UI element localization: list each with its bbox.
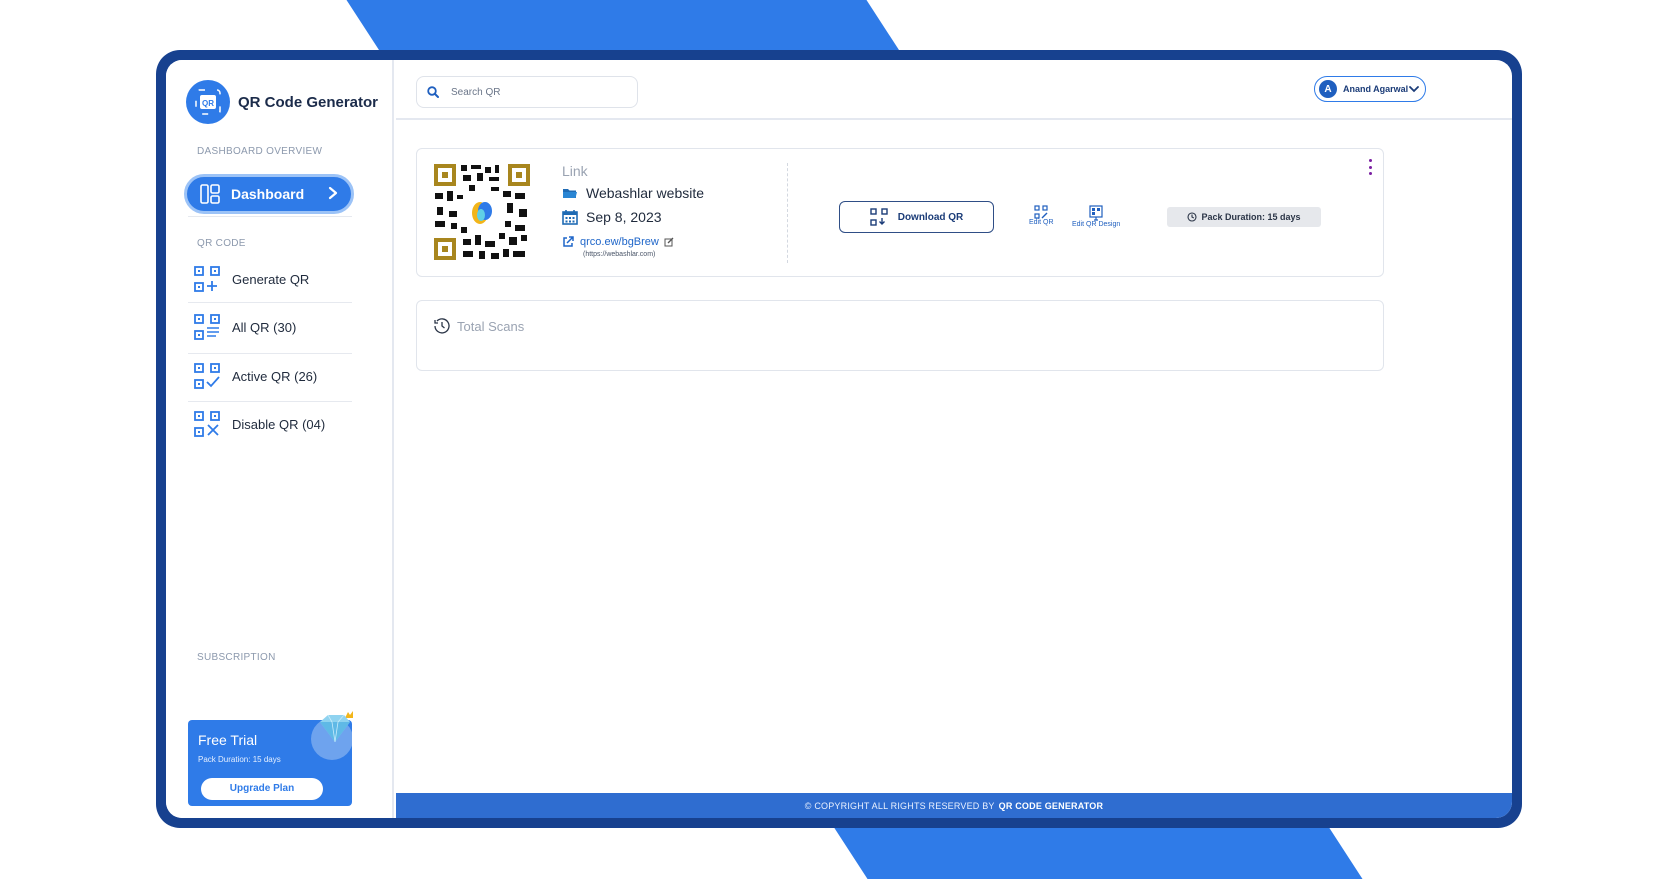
dashboard-icon	[200, 184, 220, 204]
user-menu[interactable]: A Anand Agarwal	[1314, 76, 1426, 102]
sidebar-item-disable-qr[interactable]: Disable QR (04)	[194, 409, 354, 439]
sidebar: QR QR Code Generator DASHBOARD OVERVIEW …	[166, 60, 394, 818]
topbar: A Anand Agarwal	[396, 60, 1512, 120]
section-label-dashboard-overview: DASHBOARD OVERVIEW	[197, 146, 323, 157]
sidebar-item-label: All QR (30)	[232, 319, 297, 335]
sidebar-item-active-qr[interactable]: Active QR (26)	[194, 361, 354, 391]
sidebar-item-generate-qr[interactable]: Generate QR	[194, 264, 354, 294]
sidebar-item-label: Generate QR	[232, 271, 310, 287]
app-window: QR QR Code Generator DASHBOARD OVERVIEW …	[166, 60, 1512, 818]
avatar: A	[1319, 80, 1337, 98]
section-label-subscription: SUBSCRIPTION	[197, 652, 276, 663]
total-scans-title: Total Scans	[433, 317, 524, 335]
section-label-qr-code: QR CODE	[197, 238, 246, 249]
qr-date-row: Sep 8, 2023	[562, 209, 662, 225]
footer: © COPYRIGHT ALL RIGHTS RESERVED BY QR CO…	[396, 793, 1512, 818]
sidebar-divider	[188, 302, 352, 303]
qr-design-icon	[1089, 205, 1103, 221]
sidebar-divider	[188, 401, 352, 402]
sidebar-item-label: Active QR (26)	[232, 368, 318, 384]
download-qr-label: Download QR	[897, 211, 964, 223]
dashboard-button-label: Dashboard	[231, 186, 305, 202]
logo-text: QR	[202, 99, 214, 108]
edit-qr-design-label: Edit QR Design	[1072, 221, 1121, 228]
user-name: Anand Agarwal	[1343, 84, 1409, 94]
short-link[interactable]: qrco.ew/bgBrew	[580, 236, 659, 248]
edit-qr-label: Edit QR	[1029, 219, 1054, 226]
diamond-icon	[320, 711, 353, 743]
edit-link-icon[interactable]	[664, 237, 674, 247]
pack-duration-badge: Pack Duration: 15 days	[1167, 207, 1321, 227]
sidebar-divider	[188, 216, 352, 217]
footer-brand: QR CODE GENERATOR	[998, 800, 1104, 811]
brand[interactable]: QR QR Code Generator	[186, 80, 378, 124]
sidebar-divider	[188, 353, 352, 354]
search-box[interactable]	[416, 76, 638, 108]
qr-type: Link	[562, 163, 588, 179]
upgrade-plan-button[interactable]: Upgrade Plan	[201, 778, 323, 800]
chevron-right-icon	[328, 186, 338, 200]
qr-name-row: Webashlar website	[562, 185, 704, 201]
clock-icon	[1187, 212, 1198, 222]
vertical-divider	[787, 163, 788, 263]
edit-qr-button[interactable]: Edit QR	[1029, 205, 1054, 226]
stage: QR QR Code Generator DASHBOARD OVERVIEW …	[0, 0, 1677, 879]
folder-icon	[563, 189, 577, 198]
calendar-icon	[562, 210, 578, 225]
history-icon	[434, 318, 450, 334]
short-link-row: qrco.ew/bgBrew	[562, 236, 674, 248]
more-options-icon[interactable]	[1365, 159, 1375, 175]
qr-check-icon	[194, 363, 220, 389]
qr-edit-icon	[1034, 205, 1048, 219]
qr-disable-icon	[194, 411, 220, 437]
footer-copyright: © COPYRIGHT ALL RIGHTS RESERVED BY	[804, 800, 995, 811]
qr-code-image	[433, 163, 531, 261]
sidebar-item-all-qr[interactable]: All QR (30)	[194, 312, 354, 342]
brand-name: QR Code Generator	[238, 93, 379, 111]
pack-duration-text: Pack Duration: 15 days	[1201, 212, 1301, 222]
qr-logo-icon: QR	[186, 80, 230, 124]
edit-qr-design-button[interactable]: Edit QR Design	[1072, 205, 1120, 228]
search-input[interactable]	[451, 86, 611, 98]
external-link-icon	[563, 236, 574, 247]
qr-add-icon	[194, 266, 220, 292]
qr-download-icon	[870, 208, 888, 226]
qr-date: Sep 8, 2023	[586, 209, 662, 225]
total-scans-label: Total Scans	[457, 318, 525, 334]
subscription-duration: Pack Duration: 15 days	[198, 755, 281, 764]
sidebar-item-label: Disable QR (04)	[232, 416, 326, 432]
original-url: (https://webashlar.com)	[583, 251, 656, 258]
qr-list-icon	[194, 314, 220, 340]
download-qr-button[interactable]: Download QR	[839, 201, 994, 233]
search-icon	[427, 86, 439, 98]
subscription-plan: Free Trial	[198, 732, 258, 748]
dashboard-button[interactable]: Dashboard	[184, 174, 354, 214]
qr-card: Link Webashlar website Sep 8, 2023 qrco.…	[416, 148, 1384, 277]
total-scans-card: Total Scans	[416, 300, 1384, 371]
chevron-down-icon	[1409, 86, 1419, 93]
qr-name: Webashlar website	[586, 185, 705, 201]
